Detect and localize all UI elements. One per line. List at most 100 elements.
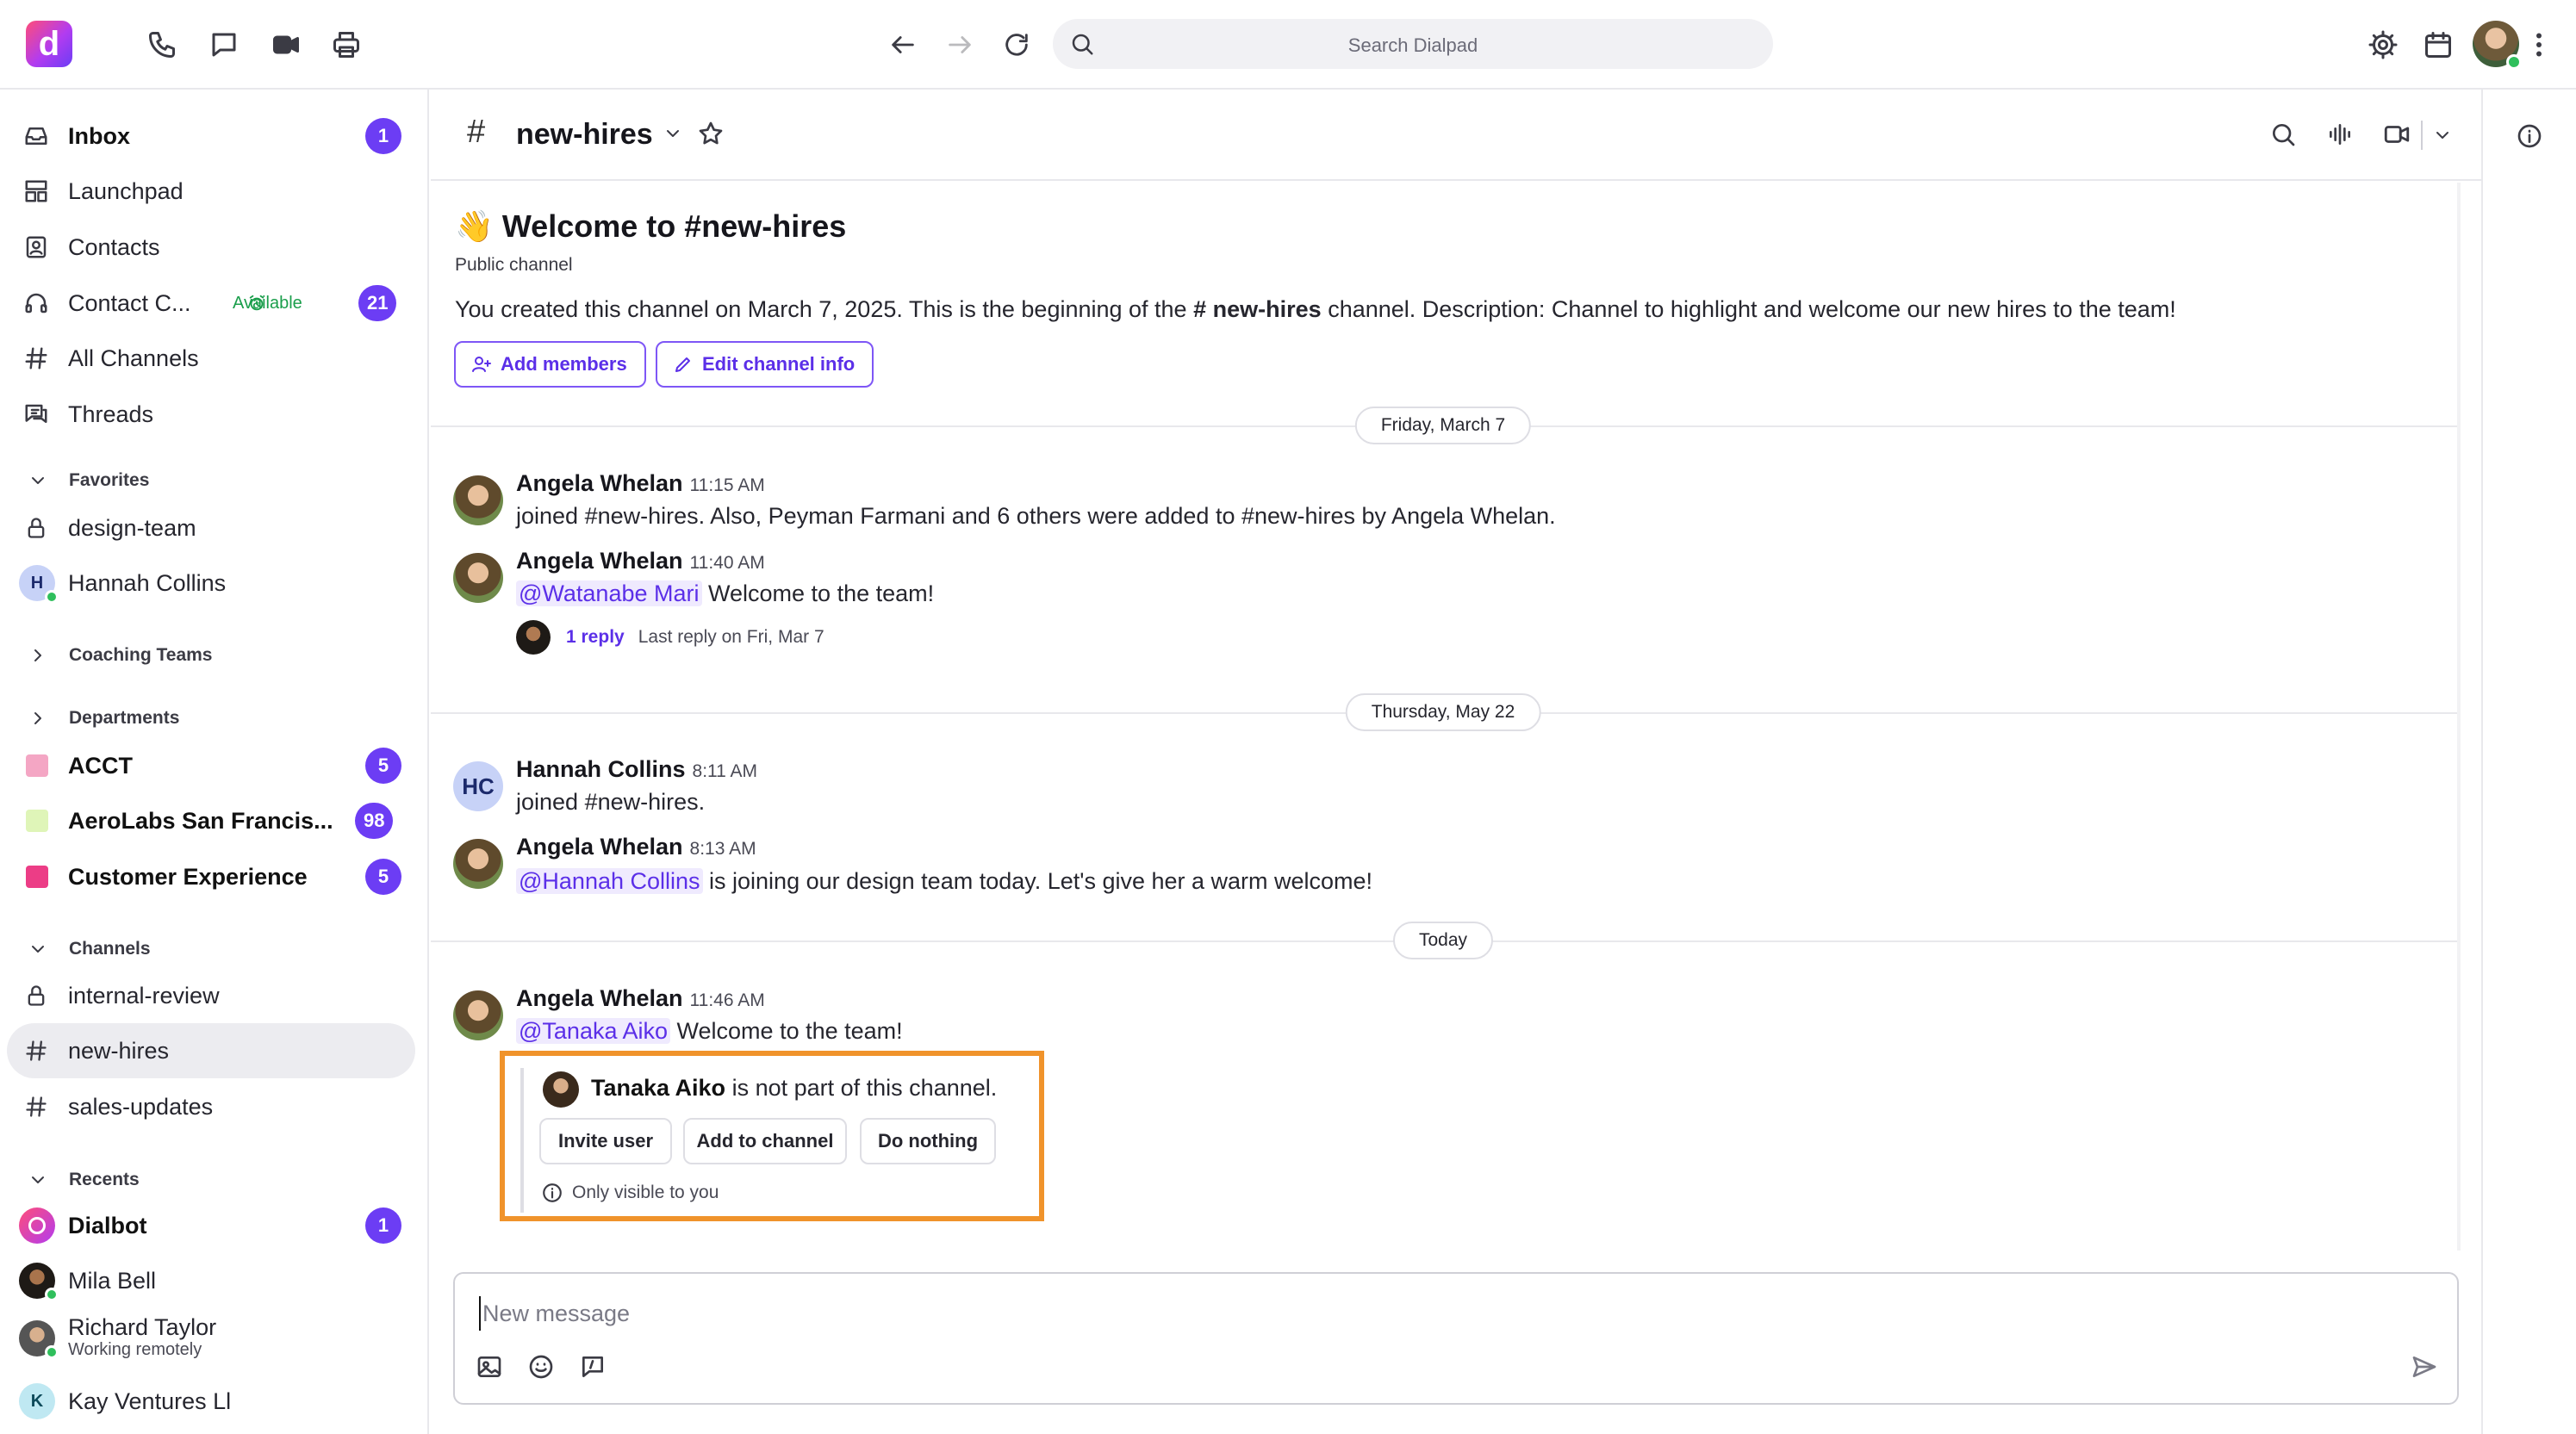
quote-bar (520, 1068, 524, 1213)
sidebar-item-dialbot[interactable]: Dialbot 1 (7, 1198, 415, 1253)
hash-icon (21, 343, 52, 374)
avatar[interactable] (453, 839, 503, 889)
search-bar[interactable]: Search Dialpad (1053, 19, 1773, 69)
sidebar-item-contacts[interactable]: Contacts (7, 220, 415, 275)
launchpad-icon (21, 176, 52, 207)
command-icon[interactable] (576, 1350, 610, 1384)
section-recents[interactable]: Recents (26, 1168, 140, 1192)
scrollbar[interactable] (2457, 183, 2461, 1251)
star-icon[interactable] (694, 117, 727, 150)
do-nothing-button[interactable]: Do nothing (860, 1118, 996, 1164)
sidebar-item-aerolabs[interactable]: AeroLabs San Francis... 98 (7, 793, 415, 848)
mention[interactable]: @Watanabe Mari (516, 580, 702, 606)
channel-intro: You created this channel on March 7, 202… (455, 296, 2176, 322)
sidebar-item-launchpad[interactable]: Launchpad (7, 164, 415, 219)
video-icon[interactable] (267, 26, 305, 64)
chevron-down-icon (26, 469, 50, 493)
mention[interactable]: @Tanaka Aiko (516, 1018, 671, 1044)
sidebar-item-sales-updates[interactable]: sales-updates (7, 1079, 415, 1134)
sidebar-item-inbox[interactable]: Inbox 1 (7, 109, 415, 164)
image-icon[interactable] (472, 1350, 507, 1384)
message-author[interactable]: Angela Whelan 11:46 AM (516, 985, 765, 1012)
ephemeral-text: Tanaka Aiko is not part of this channel. (591, 1075, 997, 1102)
section-departments[interactable]: Departments (26, 706, 179, 730)
author-name: Angela Whelan (516, 834, 683, 860)
invite-user-button[interactable]: Invite user (539, 1118, 672, 1164)
audio-waveform-icon[interactable] (2323, 117, 2357, 152)
status-label: Available (233, 293, 302, 313)
section-coaching-teams[interactable]: Coaching Teams (26, 643, 212, 667)
print-icon[interactable] (327, 26, 365, 64)
chat-icon[interactable] (205, 26, 243, 64)
send-icon[interactable] (2407, 1350, 2442, 1384)
sidebar-item-contact-center[interactable]: Contact C... Available 21 (7, 276, 415, 331)
section-title: Departments (69, 708, 180, 728)
sidebar-item-kay-ventures[interactable]: K Kay Ventures Ll (7, 1374, 415, 1429)
edit-channel-info-button[interactable]: Edit channel info (656, 341, 874, 388)
sidebar-item-label: Kay Ventures Ll (68, 1387, 232, 1414)
sidebar-item-mila-bell[interactable]: Mila Bell (7, 1253, 415, 1308)
gear-icon[interactable] (2364, 26, 2402, 64)
avatar[interactable]: HC (453, 761, 503, 811)
section-channels[interactable]: Channels (26, 937, 151, 961)
thread-reply[interactable]: 1 reply Last reply on Fri, Mar 7 (516, 620, 824, 655)
avatar[interactable] (453, 553, 503, 603)
dialpad-logo[interactable]: d (26, 21, 72, 67)
welcome-title: 👋 Welcome to #new-hires (455, 208, 847, 244)
sidebar-item-threads[interactable]: Threads (7, 387, 415, 442)
sidebar-item-label: design-team (68, 514, 196, 541)
avatar[interactable] (2473, 21, 2522, 70)
message-time: 8:11 AM (692, 761, 758, 781)
sidebar-item-customer-experience[interactable]: Customer Experience 5 (7, 849, 415, 904)
mention[interactable]: @Hannah Collins (516, 868, 703, 894)
contacts-icon (21, 232, 52, 263)
message-text: @Tanaka Aiko Welcome to the team! (516, 1018, 903, 1045)
sidebar-item-all-channels[interactable]: All Channels (7, 331, 415, 386)
forward-arrow-icon[interactable] (941, 26, 979, 64)
message-time: 11:40 AM (689, 553, 765, 573)
back-arrow-icon[interactable] (884, 26, 922, 64)
message-author[interactable]: Hannah Collins 8:11 AM (516, 756, 757, 783)
info-icon[interactable] (2512, 119, 2547, 153)
hash-icon: # (467, 114, 486, 150)
top-bar: d Search Dialpad (0, 0, 2576, 90)
video-icon[interactable] (2380, 117, 2414, 152)
channel-name[interactable]: new-hires (516, 118, 653, 152)
channel-visibility: Public channel (455, 255, 573, 275)
calendar-icon[interactable] (2419, 26, 2457, 64)
emoji-icon[interactable] (524, 1350, 558, 1384)
message-time: 11:46 AM (689, 990, 765, 1010)
message-author[interactable]: Angela Whelan 11:15 AM (516, 470, 765, 497)
add-members-button[interactable]: Add members (454, 341, 646, 388)
sidebar-item-label: ACCT (68, 752, 133, 779)
message-author[interactable]: Angela Whelan 11:40 AM (516, 548, 765, 574)
more-vertical-icon[interactable] (2526, 26, 2552, 64)
sidebar-item-new-hires[interactable]: new-hires (7, 1023, 415, 1078)
chevron-down-icon (26, 1168, 50, 1192)
sidebar-item-internal-review[interactable]: internal-review (7, 968, 415, 1023)
refresh-icon[interactable] (998, 26, 1036, 64)
status-available[interactable]: Available (233, 294, 302, 313)
avatar[interactable] (453, 990, 503, 1040)
sidebar-item-label: Launchpad (68, 177, 184, 204)
avatar (19, 1320, 59, 1359)
section-favorites[interactable]: Favorites (26, 469, 149, 493)
phone-icon[interactable] (143, 26, 181, 64)
reply-count-link[interactable]: 1 reply (566, 627, 625, 648)
wave-emoji: 👋 (455, 208, 494, 244)
message-author[interactable]: Angela Whelan 8:13 AM (516, 834, 756, 860)
sidebar-item-label: Inbox (68, 122, 130, 149)
add-to-channel-button[interactable]: Add to channel (683, 1118, 847, 1164)
unread-badge: 21 (358, 285, 397, 321)
chevron-down-icon[interactable] (660, 121, 686, 146)
avatar (516, 620, 551, 655)
message-input[interactable] (479, 1296, 2374, 1331)
avatar[interactable] (453, 475, 503, 525)
chevron-down-icon[interactable] (2428, 121, 2457, 150)
sidebar-item-richard-taylor[interactable]: Richard Taylor Working remotely (7, 1311, 415, 1366)
sidebar-item-acct[interactable]: ACCT 5 (7, 738, 415, 793)
sidebar-item-design-team[interactable]: design-team (7, 500, 415, 556)
sidebar-item-hannah-collins[interactable]: H Hannah Collins (7, 556, 415, 611)
search-icon[interactable] (2266, 117, 2300, 152)
section-title: Recents (69, 1170, 140, 1189)
